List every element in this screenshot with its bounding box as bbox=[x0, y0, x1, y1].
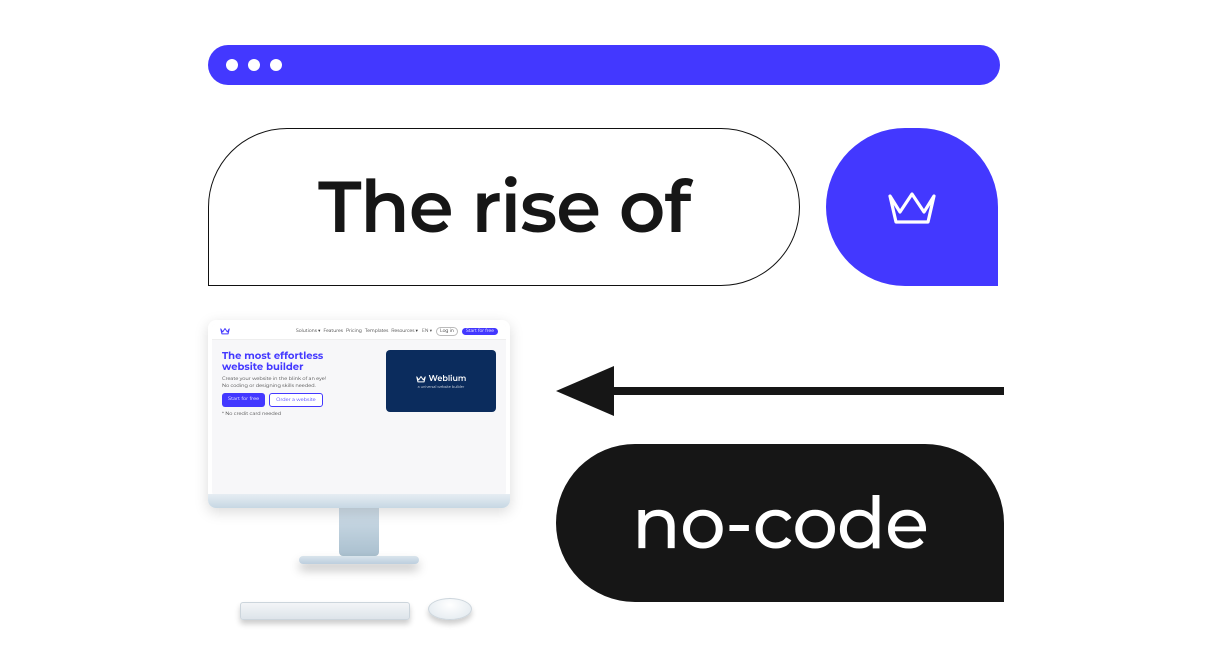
nocode-text: no-code bbox=[632, 479, 928, 567]
imac-screen: Solutions ▾ Features Pricing Templates R… bbox=[208, 320, 510, 508]
logo-badge bbox=[826, 128, 998, 286]
nav-cta-button[interactable]: Start for free bbox=[462, 328, 498, 335]
heading-pill: The rise of bbox=[208, 128, 800, 286]
hero-note: * No credit card needed bbox=[222, 411, 380, 418]
hero-headline: The most effortless website builder bbox=[222, 350, 380, 372]
keyboard-icon bbox=[240, 602, 410, 620]
weblium-crown-icon bbox=[886, 188, 938, 226]
hero-primary-button[interactable]: Start for free bbox=[222, 393, 265, 407]
window-dot-icon bbox=[270, 59, 282, 71]
nav-link[interactable]: Pricing bbox=[346, 329, 362, 334]
hero-brand-card: Weblium a universal website builder bbox=[386, 350, 496, 412]
nav-link[interactable]: Resources ▾ bbox=[391, 329, 418, 334]
weblium-crown-icon bbox=[416, 375, 426, 383]
brand-tagline: a universal website builder bbox=[418, 385, 465, 389]
browser-bar bbox=[208, 45, 1000, 85]
imac-chin bbox=[208, 494, 510, 508]
nav-link[interactable]: Solutions ▾ bbox=[296, 329, 320, 334]
brand-name: Weblium bbox=[429, 374, 467, 384]
arrow-left-icon bbox=[556, 354, 1004, 428]
mouse-icon bbox=[428, 598, 472, 620]
lang-select[interactable]: EN ▾ bbox=[422, 329, 432, 334]
heading-text: The rise of bbox=[318, 163, 690, 251]
login-button[interactable]: Log in bbox=[436, 327, 458, 336]
imac-base bbox=[299, 556, 419, 564]
nav-link[interactable]: Templates bbox=[365, 329, 388, 334]
site-logo-icon bbox=[220, 327, 230, 337]
nocode-pill: no-code bbox=[556, 444, 1004, 602]
imac-mockup: Solutions ▾ Features Pricing Templates R… bbox=[208, 320, 510, 620]
site-nav: Solutions ▾ Features Pricing Templates R… bbox=[212, 324, 506, 340]
hero-subtext: Create your website in the blink of an e… bbox=[222, 376, 380, 389]
site-hero: The most effortless website builder Crea… bbox=[212, 340, 506, 426]
hero-secondary-button[interactable]: Order a website bbox=[269, 393, 323, 407]
site-preview: Solutions ▾ Features Pricing Templates R… bbox=[212, 324, 506, 496]
site-nav-links: Solutions ▾ Features Pricing Templates R… bbox=[296, 329, 418, 334]
imac-stand bbox=[339, 508, 379, 556]
window-dot-icon bbox=[248, 59, 260, 71]
nav-link[interactable]: Features bbox=[323, 329, 343, 334]
window-dot-icon bbox=[226, 59, 238, 71]
